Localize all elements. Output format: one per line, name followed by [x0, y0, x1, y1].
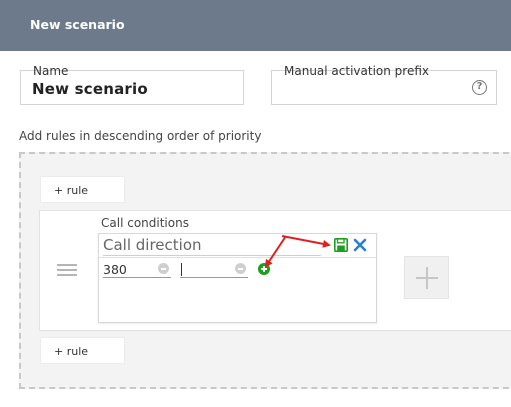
name-value[interactable]: New scenario	[32, 80, 148, 98]
condition-divider	[99, 257, 376, 258]
add-rule-button-top[interactable]: + rule	[40, 176, 125, 203]
condition-type-select[interactable]: Call direction	[103, 234, 321, 256]
page-header: New scenario	[0, 0, 511, 51]
name-label: Name	[33, 64, 69, 78]
add-rule-button-bottom[interactable]: + rule	[40, 337, 125, 364]
rules-caption: Add rules in descending order of priorit…	[19, 129, 262, 143]
clear-from-icon[interactable]	[158, 263, 169, 274]
drag-handle-icon[interactable]	[57, 264, 77, 276]
text-caret	[181, 263, 182, 276]
close-icon[interactable]	[353, 238, 367, 252]
save-icon[interactable]	[334, 238, 348, 252]
add-range-icon[interactable]	[258, 263, 270, 275]
activation-prefix-label: Manual activation prefix	[284, 64, 429, 78]
help-icon[interactable]: ?	[472, 80, 487, 95]
call-conditions-label: Call conditions	[101, 216, 189, 230]
add-condition-button[interactable]	[404, 256, 449, 299]
page-title: New scenario	[30, 17, 125, 32]
clear-to-icon[interactable]	[235, 263, 246, 274]
